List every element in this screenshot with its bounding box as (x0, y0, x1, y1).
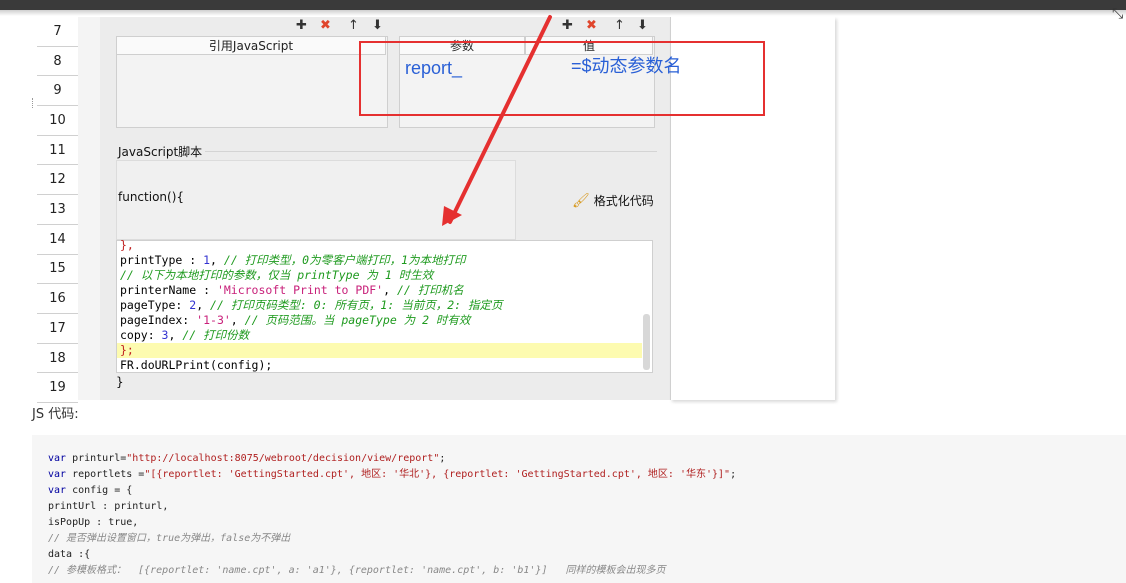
js-line: data :{ (48, 549, 91, 560)
js-line: var printurl="http://localhost:8075/webr… (48, 453, 446, 464)
js-line: // 参模板格式： [{reportlet: 'name.cpt', a: 'a… (48, 565, 666, 576)
js-line: printUrl : printurl, (48, 501, 169, 512)
js-line: var config = { (48, 485, 133, 496)
js-line: // 是否弹出设置窗口，true为弹出，false为不弹出 (48, 533, 291, 544)
js-line: var reportlets ="[{reportlet: 'GettingSt… (48, 469, 737, 480)
js-line: isPopUp : true, (48, 517, 139, 528)
js-code-heading: JS 代码: (32, 407, 79, 422)
